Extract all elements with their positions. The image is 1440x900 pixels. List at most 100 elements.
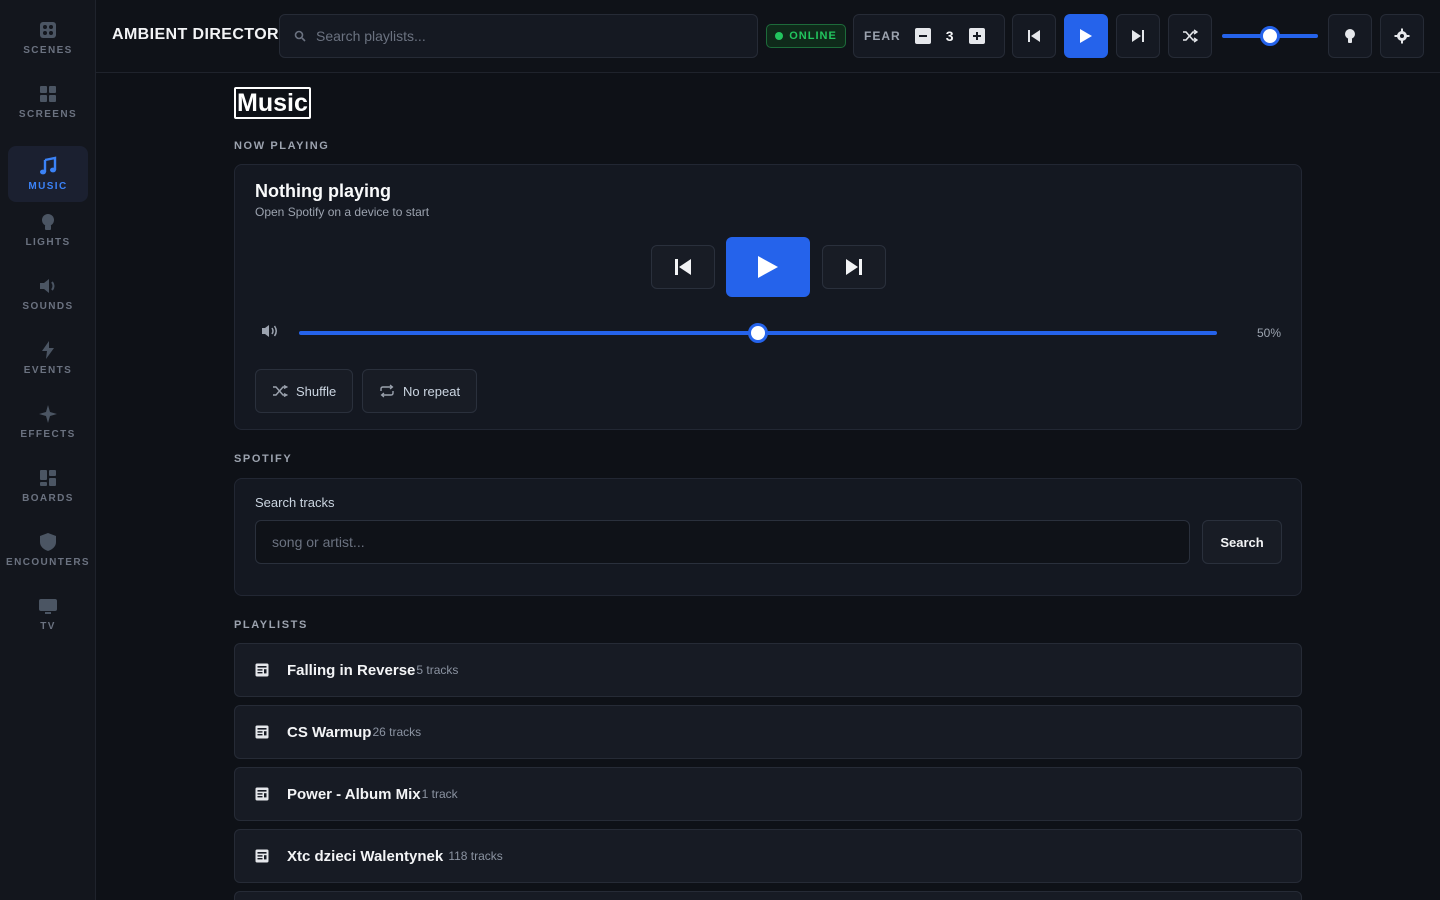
- minus-icon: [918, 35, 927, 37]
- fear-label: FEAR: [864, 29, 901, 43]
- skip-forward-icon: [1132, 30, 1144, 42]
- skip-forward-icon: [846, 259, 862, 275]
- top-next-button[interactable]: [1116, 14, 1160, 58]
- volume-handle[interactable]: [748, 323, 768, 343]
- repeat-label: No repeat: [403, 383, 461, 399]
- topbar: AMBIENT DIRECTOR ONLINE FEAR 3: [96, 0, 1440, 73]
- sidebar: SCENES SCREENS MUSIC LIGHTS SOUNDS EVENT…: [0, 0, 96, 900]
- repeat-button[interactable]: No repeat: [362, 369, 478, 413]
- playlist-item[interactable]: Xtc dzieci Walentynek 118 tracks: [234, 829, 1302, 883]
- sidebar-item-label: BOARDS: [22, 493, 74, 504]
- volume-percent: 50%: [1256, 326, 1281, 340]
- shield-icon: [40, 533, 56, 551]
- shuffle-button[interactable]: Shuffle: [255, 369, 354, 413]
- top-previous-button[interactable]: [1012, 14, 1056, 58]
- next-track-button[interactable]: [822, 245, 886, 289]
- playlist-search[interactable]: [279, 14, 758, 58]
- sidebar-item-label: MUSIC: [28, 181, 68, 192]
- bulb-icon: [42, 214, 54, 230]
- spotify-card: Search tracks Search: [234, 478, 1302, 596]
- track-subtitle: Open Spotify on a device to start: [255, 205, 430, 219]
- bolt-icon: [42, 341, 54, 359]
- status-text: ONLINE: [789, 30, 837, 42]
- playlists-label: PLAYLISTS: [234, 619, 308, 631]
- repeat-icon: [380, 384, 394, 398]
- gear-icon: [1394, 28, 1410, 44]
- sparkle-icon: [39, 405, 57, 423]
- sidebar-item-lights[interactable]: LIGHTS: [8, 202, 88, 258]
- shuffle-label: Shuffle: [296, 383, 337, 399]
- sidebar-item-screens[interactable]: SCREENS: [8, 74, 88, 130]
- page-title: Music: [234, 87, 311, 119]
- previous-track-button[interactable]: [651, 245, 715, 289]
- volume-handle[interactable]: [1260, 26, 1280, 46]
- top-volume-slider[interactable]: [1222, 26, 1318, 46]
- sidebar-item-tv[interactable]: TV: [8, 586, 88, 642]
- status-dot: [775, 32, 784, 40]
- playlist-track-count: 118 tracks: [448, 849, 503, 863]
- sidebar-item-encounters[interactable]: ENCOUNTERS: [6, 522, 91, 578]
- skip-back-icon: [675, 259, 691, 275]
- shuffle-icon: [1183, 29, 1198, 43]
- fear-decrement-button[interactable]: [914, 28, 931, 44]
- status-badge: ONLINE: [766, 24, 846, 48]
- playlist-icon: [255, 849, 269, 863]
- fear-stepper: FEAR 3: [853, 14, 1005, 58]
- now-playing-card: Nothing playing Open Spotify on a device…: [234, 164, 1302, 430]
- playlist-name: Xtc dzieci Walentynek: [287, 847, 448, 865]
- plus-icon: [972, 32, 981, 40]
- sidebar-item-effects[interactable]: EFFECTS: [8, 394, 88, 450]
- playlist-track-count: 26 tracks: [372, 725, 422, 739]
- play-button[interactable]: [726, 237, 810, 297]
- playlist-track-count: 5 tracks: [416, 663, 459, 677]
- playlist-item[interactable]: Falling in Reverse 5 tracks: [234, 643, 1302, 697]
- app-title: AMBIENT DIRECTOR: [112, 26, 279, 43]
- playlist-icon: [255, 663, 269, 677]
- track-search-input[interactable]: [255, 520, 1190, 564]
- volume-slider[interactable]: [299, 323, 1217, 343]
- sidebar-item-events[interactable]: EVENTS: [8, 330, 88, 386]
- playlist-icon: [255, 787, 269, 801]
- sidebar-item-label: EVENTS: [23, 365, 73, 376]
- spotify-label: SPOTIFY: [234, 453, 293, 465]
- sidebar-item-scenes[interactable]: SCENES: [8, 10, 88, 66]
- top-play-button[interactable]: [1064, 14, 1108, 58]
- play-icon: [1080, 29, 1092, 43]
- sidebar-item-label: ENCOUNTERS: [6, 557, 91, 568]
- bulb-icon: [1345, 29, 1355, 43]
- playlist-icon: [255, 725, 269, 739]
- speaker-icon: [40, 279, 55, 293]
- playlist-item[interactable]: Power - Album Mix 1 track: [234, 767, 1302, 821]
- fear-increment-button[interactable]: [968, 28, 985, 44]
- playlist-name: Power - Album Mix: [287, 785, 421, 803]
- sidebar-item-label: SOUNDS: [22, 301, 74, 312]
- playlist-name: Falling in Reverse: [287, 661, 416, 679]
- playlist-item[interactable]: [234, 891, 1302, 900]
- sidebar-item-label: SCREENS: [18, 109, 78, 120]
- sidebar-item-label: LIGHTS: [25, 237, 71, 248]
- search-icon: [294, 30, 306, 42]
- music-icon: [40, 156, 57, 175]
- track-title: Nothing playing: [255, 181, 391, 201]
- search-button[interactable]: Search: [1202, 520, 1282, 564]
- sidebar-item-label: TV: [40, 621, 56, 632]
- scenes-icon: [40, 22, 56, 38]
- playlist-search-input[interactable]: [316, 28, 716, 44]
- sidebar-item-music[interactable]: MUSIC: [8, 146, 88, 202]
- screens-icon: [40, 86, 56, 102]
- play-icon: [758, 256, 778, 278]
- playlist-item[interactable]: CS Warmup 26 tracks: [234, 705, 1302, 759]
- skip-back-icon: [1028, 30, 1040, 42]
- sidebar-item-sounds[interactable]: SOUNDS: [8, 266, 88, 322]
- now-playing-label: NOW PLAYING: [234, 140, 330, 152]
- volume-icon: [261, 324, 279, 343]
- sidebar-item-boards[interactable]: BOARDS: [8, 458, 88, 514]
- search-tracks-label: Search tracks: [255, 495, 335, 510]
- boards-icon: [40, 470, 56, 486]
- settings-button[interactable]: [1380, 14, 1424, 58]
- fear-value: 3: [945, 28, 954, 44]
- lights-toggle-button[interactable]: [1328, 14, 1372, 58]
- tv-icon: [39, 599, 57, 614]
- top-shuffle-button[interactable]: [1168, 14, 1212, 58]
- playlist-track-count: 1 track: [421, 787, 458, 801]
